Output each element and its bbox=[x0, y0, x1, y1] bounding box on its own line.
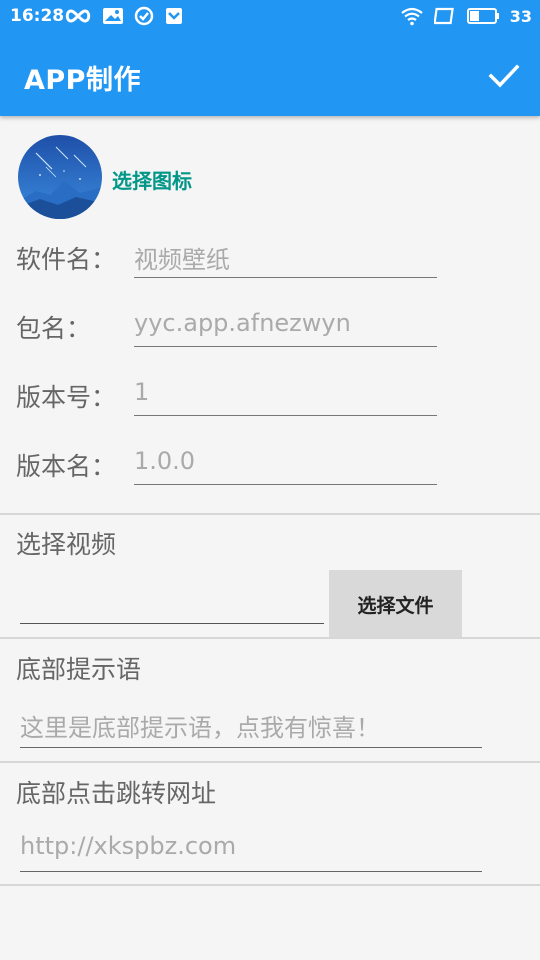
footer-url-field[interactable]: http://xkspbz.com bbox=[20, 828, 482, 872]
video-path-field[interactable] bbox=[20, 580, 324, 624]
battery-icon bbox=[466, 8, 499, 24]
sim-card-icon bbox=[433, 7, 454, 25]
meteor-night-icon bbox=[18, 135, 102, 219]
version-name-field[interactable]: 1.0.0 bbox=[134, 445, 437, 485]
footer-tip-field[interactable]: 这里是底部提示语，点我有惊喜！ bbox=[20, 704, 482, 748]
app-bar: 16:28 33 APP制作 bbox=[0, 0, 540, 116]
infinity-icon bbox=[65, 9, 91, 23]
status-left-icons bbox=[64, 6, 184, 26]
image-notification-icon bbox=[103, 8, 123, 24]
package-name-label: 包名： bbox=[16, 314, 92, 343]
divider bbox=[0, 884, 540, 886]
status-right-icons: 33 bbox=[400, 6, 532, 26]
wifi-icon bbox=[401, 7, 423, 26]
app-name-field[interactable]: 视频壁纸 bbox=[134, 238, 437, 278]
divider bbox=[0, 761, 540, 763]
status-time: 16:28 bbox=[10, 6, 65, 26]
check-circle-icon bbox=[134, 6, 154, 26]
version-code-field[interactable]: 1 bbox=[134, 376, 437, 416]
package-name-field[interactable]: yyc.app.afnezwyn bbox=[134, 307, 437, 347]
footer-url-label: 底部点击跳转网址 bbox=[16, 779, 217, 808]
footer-tip-label: 底部提示语 bbox=[16, 655, 142, 684]
choose-file-button[interactable]: 选择文件 bbox=[329, 570, 462, 638]
divider bbox=[0, 513, 540, 515]
choose-icon-link[interactable]: 选择图标 bbox=[112, 165, 192, 194]
battery-percentage: 33 bbox=[509, 6, 532, 26]
confirm-check-icon[interactable] bbox=[486, 58, 522, 94]
app-icon-image[interactable] bbox=[18, 135, 102, 219]
divider bbox=[0, 637, 540, 639]
version-name-label: 版本名： bbox=[16, 452, 117, 481]
choose-video-label: 选择视频 bbox=[16, 530, 117, 559]
app-name-label: 软件名： bbox=[16, 245, 117, 274]
page-title: APP制作 bbox=[24, 65, 141, 96]
version-code-label: 版本号： bbox=[16, 383, 117, 412]
status-bar: 16:28 33 bbox=[0, 0, 540, 34]
shield-icon bbox=[166, 8, 182, 24]
